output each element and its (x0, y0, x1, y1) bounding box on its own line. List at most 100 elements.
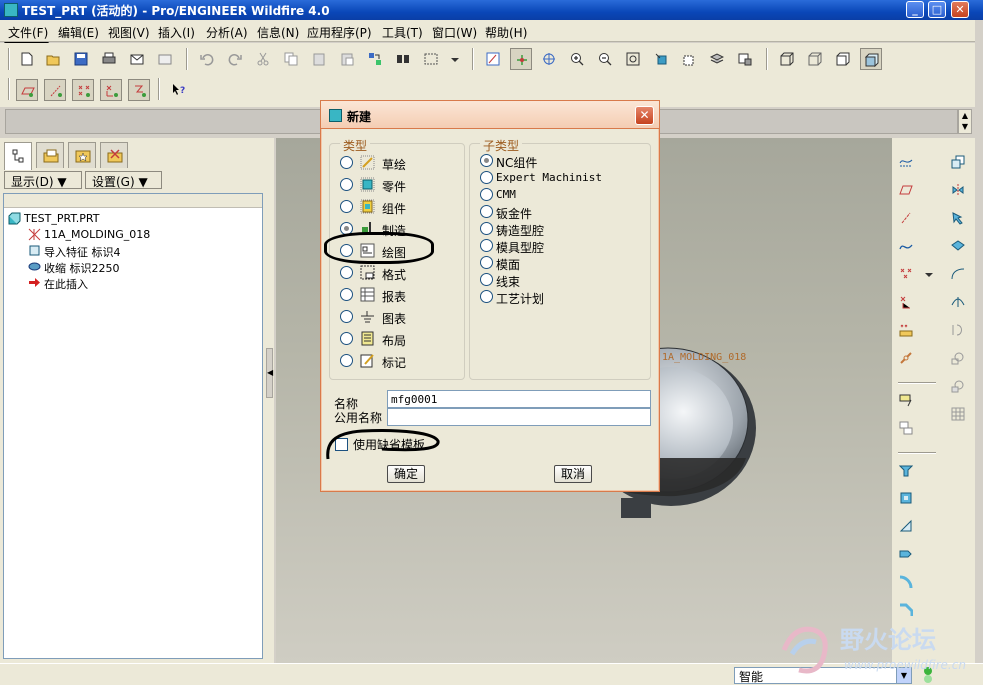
print-icon[interactable] (98, 48, 120, 70)
radio[interactable] (340, 332, 353, 345)
saved-views-icon[interactable] (678, 48, 700, 70)
ok-button[interactable]: 确定 (387, 465, 425, 483)
find-icon[interactable] (392, 48, 414, 70)
open-file-icon[interactable] (42, 48, 64, 70)
revolve-icon[interactable] (896, 488, 916, 508)
select-box-icon[interactable] (420, 48, 442, 70)
merge-icon[interactable] (948, 236, 968, 256)
chamfer-icon[interactable] (896, 600, 916, 620)
menu-tools[interactable]: 工具(T) (382, 24, 423, 41)
menu-insert[interactable]: 插入(I) (158, 24, 195, 41)
datum-plane-icon[interactable] (896, 180, 916, 200)
chain-icon[interactable] (896, 348, 916, 368)
radio[interactable] (340, 310, 353, 323)
point-dropdown-icon[interactable] (922, 264, 934, 284)
tab-model-tree[interactable] (4, 142, 32, 170)
solidify-icon[interactable] (948, 376, 968, 396)
menu-window[interactable]: 窗口(W) (432, 24, 477, 41)
tab-folder-browser[interactable] (36, 142, 64, 168)
radio[interactable] (480, 222, 493, 235)
panel-splitter[interactable]: ◀ (266, 138, 274, 663)
collapse-panel-handle[interactable]: ◀ (266, 348, 273, 398)
zoom-in-icon[interactable] (566, 48, 588, 70)
radio[interactable] (480, 290, 493, 303)
show-dropdown-button[interactable]: 显示(D) ▼ (4, 171, 82, 189)
common-name-input[interactable] (387, 408, 651, 426)
sweep-icon[interactable] (896, 516, 916, 536)
blend-icon[interactable] (896, 544, 916, 564)
menu-edit[interactable]: 编辑(E) (58, 24, 99, 41)
menu-help[interactable]: 帮助(H) (485, 24, 527, 41)
no-hidden-icon[interactable] (832, 48, 854, 70)
datum-point-display-icon[interactable] (538, 48, 560, 70)
datum-point-icon[interactable] (896, 264, 916, 284)
sketch-plane-icon[interactable] (896, 152, 916, 172)
radio-checked[interactable] (480, 154, 493, 167)
layers-icon[interactable] (706, 48, 728, 70)
regenerate-icon[interactable] (364, 48, 386, 70)
wireframe-icon[interactable] (776, 48, 798, 70)
radio[interactable] (340, 178, 353, 191)
copy-icon[interactable] (280, 48, 302, 70)
radio[interactable] (480, 205, 493, 218)
extend-icon[interactable] (948, 292, 968, 312)
mirror-icon[interactable] (948, 180, 968, 200)
coord-sys-toggle-icon[interactable] (100, 79, 122, 101)
extrude-icon[interactable] (896, 460, 916, 480)
email-attach-icon[interactable] (154, 48, 176, 70)
redo-icon[interactable] (224, 48, 246, 70)
radio[interactable] (480, 256, 493, 269)
select-dropdown-icon[interactable] (446, 48, 460, 70)
copy-feature-icon[interactable] (896, 418, 916, 438)
tab-favorites[interactable] (68, 142, 96, 168)
window-close-button[interactable]: ✕ (951, 1, 969, 18)
dialog-close-button[interactable]: ✕ (635, 106, 654, 125)
radio[interactable] (340, 354, 353, 367)
datum-plane-display-icon[interactable] (482, 48, 504, 70)
radio[interactable] (480, 188, 493, 201)
message-scrollbar[interactable]: ▲ ▼ (958, 109, 972, 134)
paste-special-icon[interactable] (336, 48, 358, 70)
thicken-icon[interactable] (948, 348, 968, 368)
point-toggle-icon[interactable] (72, 79, 94, 101)
new-file-icon[interactable] (16, 48, 38, 70)
datum-curve-icon[interactable] (896, 236, 916, 256)
menu-analysis[interactable]: 分析(A) (206, 24, 248, 41)
radio[interactable] (340, 288, 353, 301)
datum-axis-toggle-icon[interactable] (44, 79, 66, 101)
tab-connections[interactable] (100, 142, 128, 168)
spin-center-toggle-icon[interactable] (128, 79, 150, 101)
radio[interactable] (480, 239, 493, 252)
radio[interactable] (480, 171, 493, 184)
round-icon[interactable] (896, 572, 916, 592)
copy-surface-icon[interactable] (948, 152, 968, 172)
radio[interactable] (340, 266, 353, 279)
coordinate-system-icon[interactable] (896, 292, 916, 312)
zoom-out-icon[interactable] (594, 48, 616, 70)
menu-file[interactable]: 文件(F) (8, 24, 48, 41)
minimize-button[interactable]: _ (906, 1, 924, 18)
undo-icon[interactable] (196, 48, 218, 70)
refit-icon[interactable] (622, 48, 644, 70)
radio[interactable] (480, 273, 493, 286)
datum-plane-toggle-icon[interactable] (16, 79, 38, 101)
analysis-feature-icon[interactable] (896, 320, 916, 340)
sketch-tool-icon[interactable] (896, 390, 916, 410)
trim-icon[interactable] (948, 264, 968, 284)
move-icon[interactable] (948, 208, 968, 228)
shading-icon[interactable] (860, 48, 882, 70)
grid-icon[interactable] (948, 404, 968, 424)
offset-icon[interactable] (948, 320, 968, 340)
reorient-icon[interactable] (650, 48, 672, 70)
dialog-title-bar[interactable]: 新建 ✕ (321, 101, 659, 129)
view-manager-icon[interactable] (734, 48, 756, 70)
cancel-button[interactable]: 取消 (554, 465, 592, 483)
save-icon[interactable] (70, 48, 92, 70)
radio[interactable] (340, 156, 353, 169)
whats-this-icon[interactable]: ? (168, 79, 190, 101)
menu-view[interactable]: 视图(V) (108, 24, 150, 41)
name-input[interactable] (387, 390, 651, 408)
menu-applications[interactable]: 应用程序(P) (307, 24, 372, 41)
maximize-button[interactable]: □ (928, 1, 946, 18)
datum-axis-icon[interactable] (896, 208, 916, 228)
